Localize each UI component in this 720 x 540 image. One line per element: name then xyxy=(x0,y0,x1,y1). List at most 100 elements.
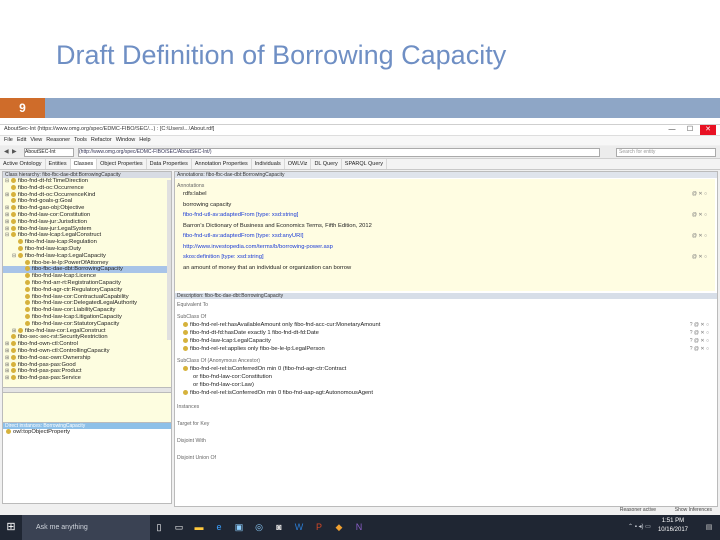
tree-row[interactable]: ⊞ fibo-fnd-dt-oc:OccurrenceKind xyxy=(3,191,171,199)
tab-data-properties[interactable]: Data Properties xyxy=(147,159,192,169)
tree-row[interactable]: ⊞ fibo-fnd-law-jur:LegalSystem xyxy=(3,225,171,233)
menu-item-view[interactable]: View xyxy=(30,136,42,145)
show-inferences-toggle[interactable]: Show Inferences xyxy=(675,506,712,514)
tree-row[interactable]: ⊟ fibo-fnd-dt-fd:TimeDirection xyxy=(3,178,171,185)
tree-row-label: fibo-fnd-law-lcap:Regulation xyxy=(25,239,97,246)
globe-icon[interactable]: ◎ xyxy=(250,518,268,537)
subclass-axiom[interactable]: fibo-fnd-rel-rel:hasAvailableAmount only… xyxy=(183,322,380,328)
class-tree-scrollbar[interactable] xyxy=(167,180,171,340)
menu-item-file[interactable]: File xyxy=(4,136,13,145)
tree-row[interactable]: fibo-fnd-goals-g:Goal xyxy=(3,198,171,205)
tab-owlviz[interactable]: OWLViz xyxy=(285,159,312,169)
class-tree-hscrollbar[interactable] xyxy=(2,387,172,393)
tree-row[interactable]: fibo-fnd-arr-rt:RegistrationCapacity xyxy=(3,279,171,287)
menu-item-window[interactable]: Window xyxy=(116,136,136,145)
store-icon[interactable]: ▣ xyxy=(230,518,248,537)
tree-row[interactable]: ⊞ fibo-fnd-law-jur:Jurisdiction xyxy=(3,218,171,226)
folder-icon[interactable]: ▭ xyxy=(170,518,188,537)
tab-sparql-query[interactable]: SPARQL Query xyxy=(342,159,387,169)
ancestor-axiom[interactable]: or fibo-fnd-law-cor:Law) xyxy=(193,382,254,388)
class-icon xyxy=(11,178,16,183)
annotation-row: fibo-fnd-utl-av:adaptedFrom [type: xsd:s… xyxy=(183,212,299,218)
tree-row[interactable]: ⊞ fibo-fnd-pas-pas:Service xyxy=(3,375,171,382)
word-icon[interactable]: W xyxy=(290,518,308,537)
tree-row[interactable]: fibo-fnd-dt-oc:Occurrence xyxy=(3,184,171,192)
clock[interactable]: 1:51 PM 10/16/2017 xyxy=(658,517,688,535)
edge-icon[interactable]: e xyxy=(210,518,228,537)
tab-entities[interactable]: Entities xyxy=(46,159,71,169)
system-tray-icons[interactable]: ⌃ ▪ ◂) ▭ xyxy=(628,523,651,530)
tree-row[interactable]: ⊞ fibo-fnd-pas-pas:Product xyxy=(3,368,171,375)
menu-item-reasoner[interactable]: Reasoner xyxy=(46,136,70,145)
onenote-icon[interactable]: N xyxy=(350,518,368,537)
tree-row[interactable]: fibo-fnd-agr-ctr:RegulatoryCapacity xyxy=(3,286,171,294)
tree-row[interactable]: ⊟ fibo-fnd-law-lcap:LegalCapacity xyxy=(3,252,171,260)
ancestor-axiom[interactable]: fibo-fnd-rel-rel:isConferredOn min 0 fib… xyxy=(183,390,373,396)
ancestor-axiom[interactable]: or fibo-fnd-law-cor:Constitution xyxy=(193,374,272,380)
tree-row[interactable]: fibo-sec-sec-rst:SecurityRestriction xyxy=(3,334,171,341)
close-button[interactable]: ✕ xyxy=(700,125,716,135)
axiom-actions-icon[interactable]: ? @ ✕ ○ xyxy=(690,338,709,344)
tab-object-properties[interactable]: Object Properties xyxy=(97,159,147,169)
ontology-selector[interactable]: AboutSEC-Int xyxy=(24,148,74,157)
class-icon xyxy=(183,322,188,327)
taskbar-search[interactable]: Ask me anything xyxy=(22,515,150,540)
class-icon xyxy=(11,225,16,231)
tree-row[interactable]: ⊞ fibo-fnd-oac-own:Ownership xyxy=(3,354,171,362)
task-view-icon[interactable]: ▯ xyxy=(150,518,168,537)
tree-row[interactable]: fibo-fbc-dae-dbt:BorrowingCapacity xyxy=(3,266,171,274)
axiom-actions-icon[interactable]: ? @ ✕ ○ xyxy=(690,330,709,336)
axiom-actions-icon[interactable]: ? @ ✕ ○ xyxy=(690,346,709,352)
tree-row[interactable]: fibo-be-le-lp:PowerOfAttorney xyxy=(3,259,171,267)
tree-row[interactable]: fibo-fnd-law-cor:StatutoryCapacity xyxy=(3,320,171,328)
annotation-actions-icon[interactable]: @ ✕ ○ xyxy=(692,191,707,197)
protege-icon[interactable]: ◆ xyxy=(330,518,348,537)
status-bar: Reasoner active Show Inferences xyxy=(174,506,716,514)
notifications-icon[interactable]: ▤ xyxy=(700,518,718,537)
tree-row[interactable]: ⊞ fibo-fnd-own-ctl:ControllingCapacity xyxy=(3,347,171,355)
tab-classes[interactable]: Classes xyxy=(70,159,98,169)
menu-item-tools[interactable]: Tools xyxy=(74,136,87,145)
subclass-axiom[interactable]: fibo-fnd-law-lcap:LegalCapacity xyxy=(183,338,271,344)
tab-dl-query[interactable]: DL Query xyxy=(311,159,342,169)
camera-icon[interactable]: ◙ xyxy=(270,518,288,537)
menu-item-help[interactable]: Help xyxy=(139,136,150,145)
menu-item-edit[interactable]: Edit xyxy=(17,136,26,145)
subclass-axiom[interactable]: fibo-fnd-rel-rel:applies only fibo-be-le… xyxy=(183,346,325,352)
tab-individuals[interactable]: Individuals xyxy=(252,159,285,169)
search-input[interactable]: Search for entity xyxy=(616,148,716,157)
minimize-button[interactable]: — xyxy=(664,125,680,135)
maximize-button[interactable]: ☐ xyxy=(682,125,698,135)
tab-annotation-properties[interactable]: Annotation Properties xyxy=(192,159,252,169)
tree-row[interactable]: ⊞ fibo-fnd-law-cor:Constitution xyxy=(3,211,171,219)
annotation-actions-icon[interactable]: @ ✕ ○ xyxy=(692,212,707,218)
tree-row[interactable]: ⊞ fibo-fnd-law-cor:LegalConstruct xyxy=(3,327,171,335)
expand-toggle-icon[interactable]: ⊟ xyxy=(12,253,18,260)
subclass-axiom[interactable]: fibo-fnd-dt-fd:hasDate exactly 1 fibo-fn… xyxy=(183,330,319,336)
ancestor-axiom[interactable]: fibo-fnd-rel-rel:isConferredOn min 0 (fi… xyxy=(183,366,346,372)
tree-row[interactable]: fibo-fnd-law-cor:ContractualCapability xyxy=(3,293,171,301)
tree-row[interactable]: fibo-fnd-law-cor:LiabilityCapacity xyxy=(3,307,171,314)
tree-row[interactable]: fibo-fnd-law-lcap:Licence xyxy=(3,273,171,280)
axiom-actions-icon[interactable]: ? @ ✕ ○ xyxy=(690,322,709,328)
tree-row[interactable]: ⊞ fibo-fnd-gao-obj:Objective xyxy=(3,205,171,212)
back-icon[interactable]: ◀ xyxy=(4,148,9,155)
instance-row[interactable]: owl:topObjectProperty xyxy=(3,429,171,436)
tree-row[interactable]: fibo-fnd-law-cor:DelegatedLegalAuthority xyxy=(3,300,171,307)
tree-row[interactable]: fibo-fnd-law-lcap:Regulation xyxy=(3,239,171,246)
menu-item-refactor[interactable]: Refactor xyxy=(91,136,112,145)
powerpoint-icon[interactable]: P xyxy=(310,518,328,537)
class-icon xyxy=(25,320,30,326)
annotation-actions-icon[interactable]: @ ✕ ○ xyxy=(692,233,707,239)
tab-active-ontology[interactable]: Active Ontology xyxy=(0,159,46,169)
annotation-actions-icon[interactable]: @ ✕ ○ xyxy=(692,254,707,260)
tree-row[interactable]: fibo-fnd-law-lcap:Duty xyxy=(3,245,171,253)
tree-row[interactable]: fibo-fnd-law-lcap:LitigationCapacity xyxy=(3,313,171,321)
ontology-iri-field[interactable]: (http://www.omg.org/spec/EDMC-FIBO/SEC/A… xyxy=(78,148,600,157)
tree-row[interactable]: ⊞ fibo-fnd-pas-pas:Good xyxy=(3,361,171,369)
file-explorer-icon[interactable]: ▬ xyxy=(190,518,208,537)
forward-icon[interactable]: ▶ xyxy=(12,148,17,155)
tree-row[interactable]: ⊟ fibo-fnd-law-lcap:LegalConstruct xyxy=(3,232,171,239)
tree-row[interactable]: ⊞ fibo-fnd-own-ctl:Control xyxy=(3,341,171,348)
start-button[interactable]: ⊞ xyxy=(0,515,22,540)
